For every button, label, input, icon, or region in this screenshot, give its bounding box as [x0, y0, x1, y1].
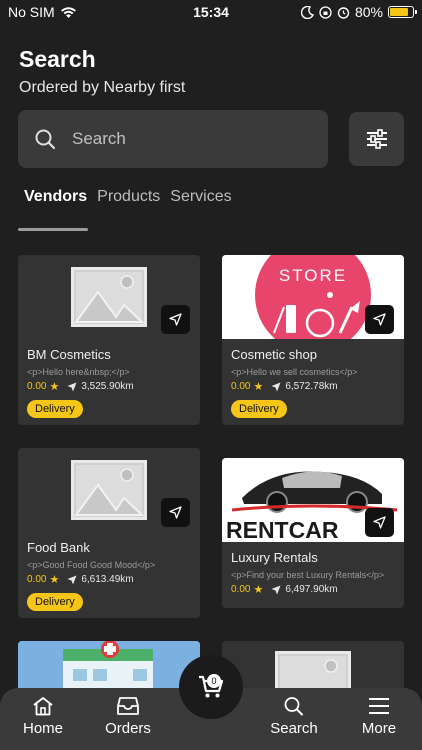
vendor-distance: 6,613.49km	[81, 574, 134, 585]
star-icon: ★	[49, 381, 60, 393]
vendor-image-placeholder	[18, 255, 200, 339]
star-icon: ★	[253, 381, 264, 393]
vendor-image-store: STORE	[222, 255, 404, 339]
battery-fill	[390, 8, 408, 16]
status-right: 80%	[300, 4, 417, 20]
tab-vendors[interactable]: Vendors	[24, 188, 87, 206]
vendor-card[interactable]: STORE Cosmetic shop <p>Hello we sell cos…	[222, 255, 404, 425]
vendor-distance: 6,572.78km	[285, 381, 338, 392]
nav-search[interactable]: Search	[259, 696, 329, 737]
location-arrow-icon	[67, 575, 77, 584]
vendor-distance: 3,525.90km	[81, 381, 134, 392]
status-left: No SIM	[8, 4, 77, 20]
vendor-card[interactable]: BM Cosmetics <p>Hello here&nbsp;</p> 0.0…	[18, 255, 200, 425]
filter-button[interactable]	[349, 112, 404, 166]
location-arrow-icon	[67, 382, 77, 391]
cart-count-badge: 0	[207, 674, 221, 688]
navigate-button[interactable]	[365, 305, 394, 334]
navigate-button[interactable]	[365, 508, 394, 537]
battery-icon	[388, 6, 417, 18]
nav-home-label: Home	[22, 720, 63, 737]
image-placeholder-icon	[71, 267, 147, 327]
menu-icon	[369, 698, 389, 714]
tab-bar: Vendors Products Services	[24, 188, 232, 206]
carrier-label: No SIM	[8, 4, 55, 20]
navigation-arrow-icon	[169, 506, 182, 519]
location-arrow-icon	[271, 585, 281, 594]
rentcar-banner-text: RENTCAR	[226, 517, 339, 542]
star-icon: ★	[49, 574, 60, 586]
search-icon	[284, 697, 303, 716]
sliders-icon	[366, 129, 387, 149]
orientation-lock-icon	[319, 5, 332, 19]
image-placeholder-icon	[71, 460, 147, 520]
alarm-icon	[337, 6, 350, 19]
star-icon: ★	[253, 584, 264, 596]
vendor-image-rentcar: RENTCAR	[222, 458, 404, 542]
home-icon	[33, 697, 53, 716]
location-arrow-icon	[271, 382, 281, 391]
nav-orders-label: Orders	[105, 720, 151, 737]
delivery-badge: Delivery	[27, 593, 83, 611]
page-title: Search	[19, 46, 96, 72]
vendor-card[interactable]: Food Bank <p>Good Food Good Mood</p> 0.0…	[18, 448, 200, 618]
cart-button[interactable]: 0	[179, 655, 243, 719]
delivery-badge: Delivery	[27, 400, 83, 418]
navigation-arrow-icon	[373, 516, 386, 529]
tab-active-indicator	[18, 228, 88, 231]
vendor-name: Food Bank	[27, 540, 90, 555]
navigation-arrow-icon	[373, 313, 386, 326]
vendor-card[interactable]: RENTCAR Luxury Rentals <p>Find your best…	[222, 458, 404, 608]
delivery-badge: Delivery	[231, 400, 287, 418]
store-banner-text: STORE	[279, 266, 347, 285]
wifi-icon	[60, 6, 76, 18]
navigation-arrow-icon	[169, 313, 182, 326]
nav-more[interactable]: More	[344, 696, 414, 737]
vendor-name: Luxury Rentals	[231, 550, 318, 565]
tab-services[interactable]: Services	[170, 188, 231, 206]
vendor-name: BM Cosmetics	[27, 347, 111, 362]
navigate-button[interactable]	[161, 498, 190, 527]
nav-home[interactable]: Home	[8, 696, 78, 737]
vendor-rating: 0.00	[27, 574, 47, 585]
vendor-meta: 0.00 ★ 3,525.90km	[27, 380, 191, 393]
search-box[interactable]	[18, 110, 328, 168]
vendor-description: <p>Find your best Luxury Rentals</p>	[231, 570, 385, 580]
vendor-image-placeholder	[18, 448, 200, 532]
nav-orders[interactable]: Orders	[93, 696, 163, 737]
vendor-rating: 0.00	[27, 381, 47, 392]
vendor-meta: 0.00 ★ 6,572.78km	[231, 380, 395, 393]
inbox-icon	[117, 697, 139, 715]
status-bar: No SIM 15:34 80%	[0, 0, 422, 24]
nav-search-label: Search	[270, 720, 318, 737]
vendor-description: <p>Hello we sell cosmetics</p>	[231, 367, 358, 377]
moon-icon	[300, 5, 314, 19]
vendor-distance: 6,497.90km	[285, 584, 338, 595]
vendor-name: Cosmetic shop	[231, 347, 317, 362]
page-subtitle: Ordered by Nearby first	[19, 79, 186, 96]
vendor-rating: 0.00	[231, 381, 251, 392]
navigate-button[interactable]	[161, 305, 190, 334]
search-icon	[35, 129, 56, 150]
vendor-description: <p>Hello here&nbsp;</p>	[27, 367, 130, 377]
vendor-meta: 0.00 ★ 6,497.90km	[231, 583, 395, 596]
search-input[interactable]	[72, 129, 292, 149]
tab-products[interactable]: Products	[97, 188, 160, 206]
vendor-rating: 0.00	[231, 584, 251, 595]
nav-more-label: More	[361, 720, 397, 737]
vendor-description: <p>Good Food Good Mood</p>	[27, 560, 156, 570]
battery-percent: 80%	[354, 4, 383, 20]
vendor-meta: 0.00 ★ 6,613.49km	[27, 573, 191, 586]
